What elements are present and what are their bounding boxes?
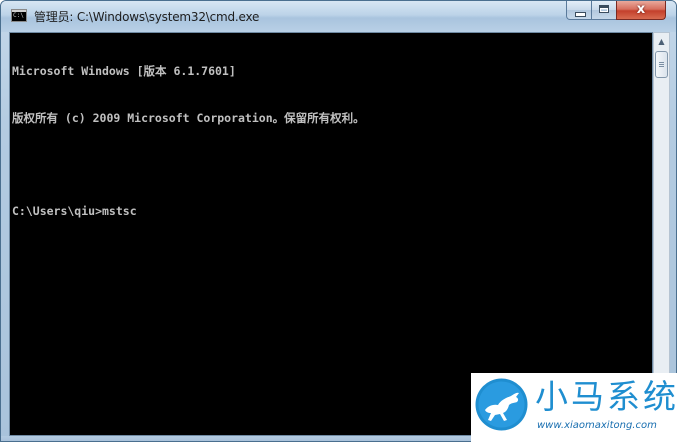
console-line: C:\Users\qiu>mstsc [12, 203, 137, 218]
scroll-thumb[interactable] [655, 51, 668, 78]
horse-logo-icon [475, 378, 528, 431]
watermark: 小马系统 www.xiaomaxitong.com [471, 373, 677, 442]
watermark-title: 小马系统 [535, 377, 677, 416]
scroll-up-arrow-icon[interactable]: ▲ [654, 33, 669, 50]
watermark-url: www.xiaomaxitong.com [537, 420, 657, 431]
cmd-icon-text: C:\ [13, 12, 24, 19]
console-text-area: Microsoft Windows [版本 6.1.7601] 版权所有 (c)… [12, 33, 365, 250]
console-line: Microsoft Windows [版本 6.1.7601] [12, 64, 236, 78]
grip-line [659, 62, 664, 63]
minimize-icon [575, 12, 586, 17]
maximize-button[interactable] [591, 1, 617, 20]
cmd-icon[interactable]: C:\ [11, 9, 27, 22]
window-title: 管理员: C:\Windows\system32\cmd.exe [34, 10, 260, 24]
grip-line [659, 64, 664, 65]
close-button[interactable]: x [616, 1, 666, 20]
maximize-icon [599, 5, 609, 13]
console-line: 版权所有 (c) 2009 Microsoft Corporation。保留所有… [12, 110, 365, 125]
grip-line [659, 66, 664, 67]
minimize-button[interactable] [566, 1, 592, 20]
close-icon: x [636, 2, 646, 17]
title-bar[interactable]: C:\ 管理员: C:\Windows\system32\cmd.exe x [1, 1, 676, 32]
